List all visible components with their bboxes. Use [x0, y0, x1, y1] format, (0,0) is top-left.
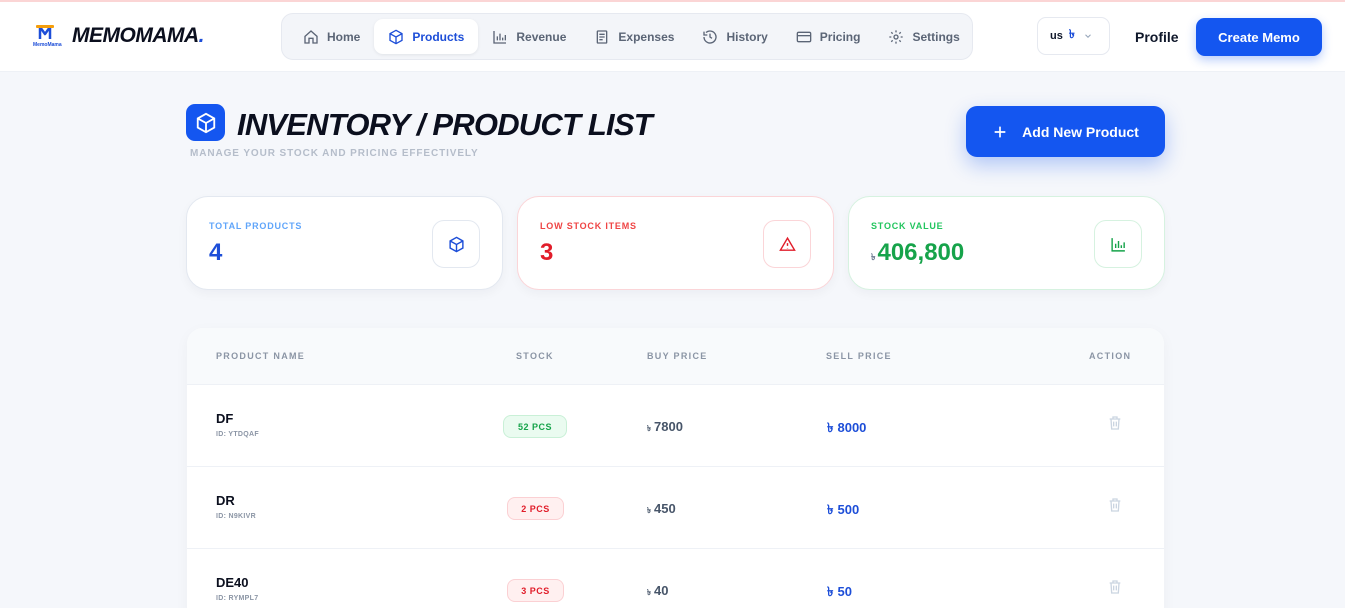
main-nav: Home Products Revenue Expenses History P…	[281, 13, 973, 60]
buy-price: 450	[654, 501, 676, 516]
trash-icon[interactable]	[1107, 579, 1123, 595]
stat-label-stock-value: STOCK VALUE	[871, 221, 944, 231]
stock-badge: 3 PCS	[507, 579, 564, 602]
create-memo-button[interactable]: Create Memo	[1196, 18, 1322, 56]
column-header-stock: STOCK	[516, 351, 554, 361]
stat-icon-wrap-total	[432, 220, 480, 268]
stock-badge: 2 PCS	[507, 497, 564, 520]
stat-value-stock-value: 406,800	[877, 239, 965, 266]
nav-item-pricing[interactable]: Pricing	[782, 19, 875, 54]
sell-price: 8000	[837, 420, 867, 435]
nav-label-settings: Settings	[912, 29, 960, 44]
brand-name: MEMOMAMA	[72, 24, 199, 47]
stat-icon-wrap-low	[763, 220, 811, 268]
nav-item-products[interactable]: Products	[374, 19, 479, 54]
column-header-buy-price: BUY PRICE	[647, 351, 708, 361]
profile-link[interactable]: Profile	[1135, 29, 1179, 45]
box-icon	[389, 29, 404, 44]
page-title: INVENTORY / PRODUCT LIST	[237, 107, 653, 142]
trash-icon[interactable]	[1107, 497, 1123, 513]
buy-price: 7800	[654, 419, 683, 434]
column-header-action: ACTION	[1089, 351, 1132, 361]
product-name: DR	[216, 493, 235, 508]
currency-symbol: ৳	[647, 588, 651, 597]
page-subtitle: MANAGE YOUR STOCK AND PRICING EFFECTIVEL…	[190, 148, 479, 159]
nav-label-products: Products	[412, 29, 465, 44]
currency-code: us	[1050, 30, 1063, 42]
stat-icon-wrap-value	[1094, 220, 1142, 268]
table-row: DE40 ID: RYMPL7 3 PCS ৳ 40 ৳ 50	[187, 549, 1164, 608]
currency-symbol: ৳	[827, 502, 834, 517]
sell-price: 50	[837, 584, 852, 599]
add-new-product-label: Add New Product	[1022, 123, 1139, 140]
box-icon	[448, 236, 464, 252]
logo-mark-text: MemoMama	[33, 42, 62, 48]
history-icon	[703, 29, 718, 44]
top-header: MemoMama MEMOMAMA. Home Products Revenue…	[0, 2, 1345, 72]
plus-icon	[994, 126, 1006, 137]
bar-chart-icon	[1110, 237, 1125, 252]
brand-logo[interactable]: MemoMama MEMOMAMA.	[32, 24, 205, 48]
stat-card-stock-value: STOCK VALUE ৳406,800	[848, 196, 1165, 290]
home-icon	[304, 29, 318, 44]
nav-label-expenses: Expenses	[618, 29, 675, 44]
column-header-product-name: PRODUCT NAME	[216, 351, 306, 361]
stat-card-total-products: TOTAL PRODUCTS 4	[186, 196, 503, 290]
currency-symbol: ৳	[647, 506, 651, 515]
table-row: DR ID: N9KIVR 2 PCS ৳ 450 ৳ 500	[187, 467, 1164, 549]
stat-label-low-stock: LOW STOCK ITEMS	[540, 221, 637, 231]
nav-label-home: Home	[327, 29, 361, 44]
currency-symbol: ৳	[1068, 27, 1075, 41]
bar-chart-icon	[493, 30, 507, 44]
brand-dot: .	[198, 24, 205, 47]
chevron-down-icon	[1084, 34, 1091, 38]
product-table: PRODUCT NAME STOCK BUY PRICE SELL PRICE …	[187, 328, 1164, 608]
currency-symbol: ৳	[647, 424, 651, 433]
stat-value-low-stock: 3	[540, 239, 554, 266]
product-id: ID: RYMPL7	[216, 595, 259, 602]
currency-select[interactable]: us ৳	[1037, 17, 1110, 55]
product-id: ID: N9KIVR	[216, 513, 256, 520]
stat-card-low-stock: LOW STOCK ITEMS 3	[517, 196, 834, 290]
nav-item-history[interactable]: History	[688, 19, 781, 54]
nav-label-pricing: Pricing	[819, 29, 861, 44]
buy-price: 40	[654, 583, 669, 598]
nav-item-home[interactable]: Home	[289, 19, 374, 54]
sell-price: 500	[837, 502, 860, 517]
card-icon	[796, 31, 812, 42]
add-new-product-button[interactable]: Add New Product	[966, 106, 1165, 157]
trash-icon[interactable]	[1107, 415, 1123, 431]
product-id: ID: YTDQAF	[216, 431, 259, 438]
column-header-sell-price: SELL PRICE	[826, 351, 892, 361]
product-name: DF	[216, 411, 234, 426]
stat-label-total-products: TOTAL PRODUCTS	[209, 221, 303, 231]
table-header: PRODUCT NAME STOCK BUY PRICE SELL PRICE …	[187, 328, 1164, 385]
page-box-icon	[186, 104, 225, 141]
stat-currency-symbol: ৳	[871, 252, 876, 262]
nav-label-history: History	[726, 29, 768, 44]
nav-label-revenue: Revenue	[516, 29, 567, 44]
product-name: DE40	[216, 575, 249, 590]
nav-item-expenses[interactable]: Expenses	[580, 19, 688, 54]
nav-item-revenue[interactable]: Revenue	[478, 19, 580, 54]
currency-symbol: ৳	[827, 584, 834, 599]
nav-item-settings[interactable]: Settings	[874, 19, 973, 54]
stat-value-total-products: 4	[209, 239, 223, 266]
warning-icon	[778, 236, 796, 251]
stock-badge: 52 PCS	[503, 415, 567, 438]
memomama-logo-icon: MemoMama	[32, 24, 62, 48]
currency-symbol: ৳	[827, 420, 834, 435]
table-row: DF ID: YTDQAF 52 PCS ৳ 7800 ৳ 8000	[187, 385, 1164, 467]
document-icon	[597, 29, 608, 44]
gear-icon	[889, 29, 904, 44]
